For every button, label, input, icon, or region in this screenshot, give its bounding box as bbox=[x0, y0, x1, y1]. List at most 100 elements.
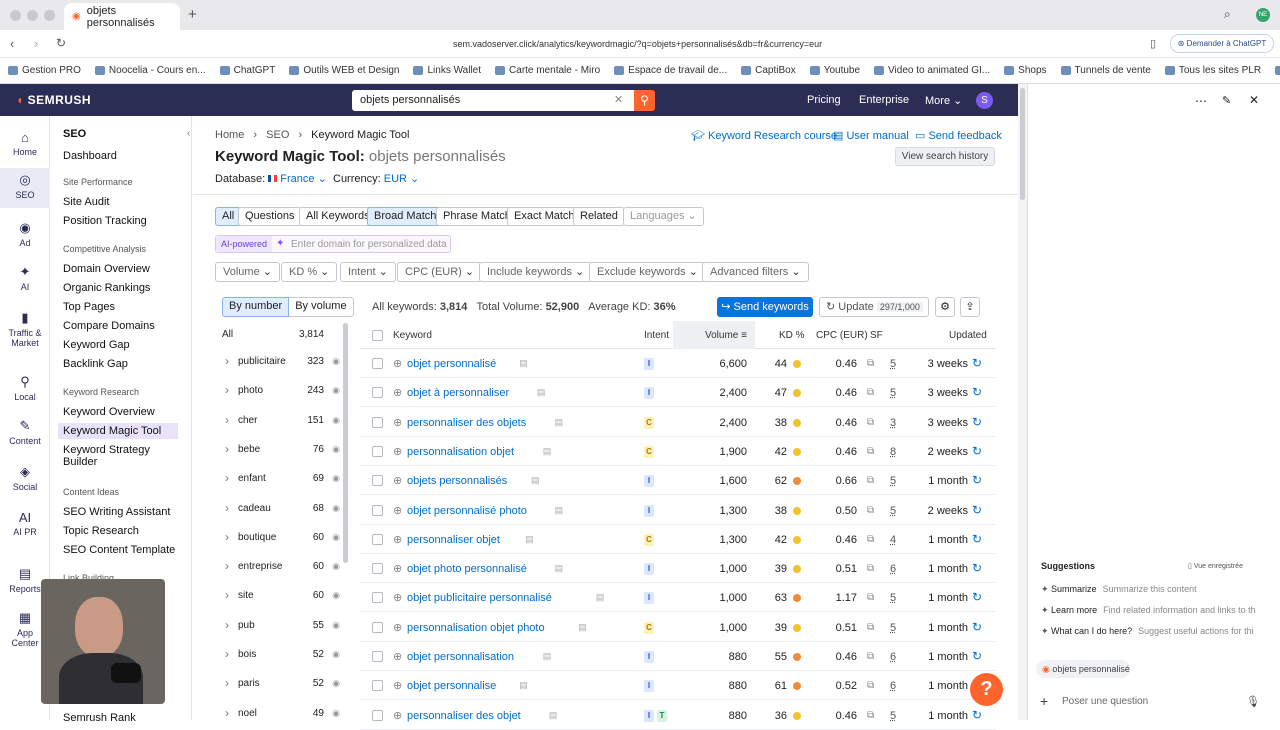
filter-volume[interactable]: Volume ⌄ bbox=[215, 262, 280, 282]
row-checkbox[interactable] bbox=[372, 592, 383, 604]
user-manual-link[interactable]: ▤ User manual bbox=[833, 129, 909, 142]
refresh-icon[interactable]: ↻ bbox=[972, 532, 982, 546]
rail-item-ad[interactable]: ◉ Ad bbox=[0, 220, 50, 248]
serp-features-icon[interactable]: ⧉ bbox=[867, 680, 874, 691]
rail-item-traffic[interactable]: ▮ Traffic & Market bbox=[0, 310, 50, 348]
refresh-icon[interactable]: ↻ bbox=[972, 620, 982, 634]
nav-enterprise[interactable]: Enterprise bbox=[859, 94, 909, 106]
row-checkbox[interactable] bbox=[372, 416, 383, 428]
serp-features-icon[interactable]: ⧉ bbox=[867, 710, 874, 721]
add-to-list-icon[interactable]: ⊕ bbox=[393, 386, 402, 399]
rail-item-local[interactable]: ⚲ Local bbox=[0, 374, 50, 402]
col-volume[interactable]: Volume ≡ bbox=[705, 330, 747, 341]
keyword-link[interactable]: objets personnalisés bbox=[407, 475, 507, 487]
add-icon[interactable]: + bbox=[1040, 693, 1048, 709]
serp-features-icon[interactable]: ⧉ bbox=[867, 358, 874, 369]
row-checkbox[interactable] bbox=[372, 621, 383, 633]
filter-include-keywords[interactable]: Include keywords ⌄ bbox=[479, 262, 593, 282]
tab-questions[interactable]: Questions bbox=[238, 207, 302, 226]
row-checkbox[interactable] bbox=[372, 651, 383, 662]
nav-item-compare-domains[interactable]: Compare Domains bbox=[63, 320, 155, 332]
group-item[interactable]: › bebe 76 ◉ bbox=[222, 436, 344, 465]
filter-exclude-keywords[interactable]: Exclude keywords ⌄ bbox=[589, 262, 706, 282]
serp-snapshot-icon[interactable]: ▤ bbox=[555, 417, 564, 428]
sf-count[interactable]: 5 bbox=[890, 592, 896, 604]
add-to-list-icon[interactable]: ⊕ bbox=[393, 591, 402, 604]
close-window-dot[interactable] bbox=[10, 10, 21, 21]
serp-snapshot-icon[interactable]: ▤ bbox=[596, 592, 605, 603]
serp-snapshot-icon[interactable]: ▤ bbox=[531, 475, 540, 486]
search-tabs-icon[interactable]: ⌕ bbox=[1224, 7, 1231, 22]
keyword-link[interactable]: objet personnalise bbox=[407, 680, 496, 692]
saved-view-link[interactable]: ▯ Vue enregistrée bbox=[1188, 562, 1243, 570]
minimize-window-dot[interactable] bbox=[27, 10, 38, 21]
avatar[interactable]: S bbox=[976, 92, 993, 109]
nav-item-keyword-magic-tool[interactable]: Keyword Magic Tool bbox=[58, 423, 178, 439]
filter-kd[interactable]: KD % ⌄ bbox=[281, 262, 338, 282]
nav-item-position-tracking[interactable]: Position Tracking bbox=[63, 215, 147, 227]
serp-features-icon[interactable]: ⧉ bbox=[867, 387, 874, 398]
nav-item-domain-overview[interactable]: Domain Overview bbox=[63, 263, 150, 275]
col-intent[interactable]: Intent bbox=[644, 330, 669, 341]
nav-item-backlink-gap[interactable]: Backlink Gap bbox=[63, 358, 128, 370]
serp-features-icon[interactable]: ⧉ bbox=[867, 563, 874, 574]
nav-item-top-pages[interactable]: Top Pages bbox=[63, 301, 115, 313]
serp-snapshot-icon[interactable]: ▤ bbox=[578, 622, 587, 633]
serp-snapshot-icon[interactable]: ▤ bbox=[537, 387, 546, 398]
nav-item-organic-rankings[interactable]: Organic Rankings bbox=[63, 282, 150, 294]
filter-cpc-eur[interactable]: CPC (EUR) ⌄ bbox=[397, 262, 483, 282]
row-checkbox[interactable] bbox=[372, 475, 383, 487]
add-to-list-icon[interactable]: ⊕ bbox=[393, 562, 402, 575]
nav-semrush-rank[interactable]: Semrush Rank bbox=[63, 712, 136, 724]
serp-snapshot-icon[interactable]: ▤ bbox=[549, 710, 558, 721]
serp-snapshot-icon[interactable]: ▤ bbox=[519, 358, 528, 369]
rail-item-content[interactable]: ✎ Content bbox=[0, 418, 50, 446]
group-item[interactable]: › entreprise 60 ◉ bbox=[222, 553, 344, 582]
nav-item-topic-research[interactable]: Topic Research bbox=[63, 525, 139, 537]
col-kd[interactable]: KD % bbox=[779, 330, 805, 341]
nav-item-seo-content-template[interactable]: SEO Content Template bbox=[63, 544, 175, 556]
search-button[interactable]: ⚲ bbox=[634, 90, 655, 111]
nav-item-site-audit[interactable]: Site Audit bbox=[63, 196, 109, 208]
col-updated[interactable]: Updated bbox=[949, 330, 987, 341]
by-number-toggle[interactable]: By number bbox=[222, 297, 290, 317]
eye-icon[interactable]: ◉ bbox=[332, 444, 340, 455]
bookmark-item[interactable]: Espace de travail de... bbox=[614, 65, 727, 76]
keyword-link[interactable]: objet publicitaire personnalisé bbox=[407, 592, 552, 604]
suggestion-summarize[interactable]: ✦ Summarize Summarize this content bbox=[1041, 584, 1197, 595]
reload-icon[interactable]: ↻ bbox=[56, 36, 66, 50]
eye-icon[interactable]: ◉ bbox=[332, 415, 340, 426]
row-checkbox[interactable] bbox=[372, 387, 383, 399]
refresh-icon[interactable]: ↻ bbox=[972, 473, 982, 487]
keyword-research-course-link[interactable]: 🎓︎ Keyword Research course bbox=[691, 129, 837, 142]
serp-snapshot-icon[interactable]: ▤ bbox=[543, 651, 552, 662]
serp-snapshot-icon[interactable]: ▤ bbox=[555, 563, 564, 574]
eye-icon[interactable]: ◉ bbox=[332, 590, 340, 601]
eye-icon[interactable]: ◉ bbox=[332, 561, 340, 572]
reader-icon[interactable]: ▯ bbox=[1150, 37, 1156, 50]
semrush-logo[interactable]: ◖ SEMRUSH bbox=[16, 93, 91, 107]
sf-count[interactable]: 3 bbox=[890, 417, 896, 429]
export-icon[interactable]: ⇪ bbox=[960, 297, 980, 317]
rail-item-seo[interactable]: ◎ SEO bbox=[0, 168, 50, 208]
context-chip[interactable]: ◉ objets personnalisé bbox=[1036, 660, 1130, 678]
eye-icon[interactable]: ◉ bbox=[332, 385, 340, 396]
serp-features-icon[interactable]: ⧉ bbox=[867, 505, 874, 516]
back-icon[interactable]: ‹ bbox=[10, 36, 14, 51]
col-cpc[interactable]: CPC (EUR) bbox=[816, 330, 868, 341]
group-item[interactable]: › enfant 69 ◉ bbox=[222, 465, 344, 494]
languages-dropdown[interactable]: Languages ⌄ bbox=[623, 207, 704, 226]
filter-intent[interactable]: Intent ⌄ bbox=[340, 262, 396, 282]
eye-icon[interactable]: ◉ bbox=[332, 620, 340, 631]
bookmark-item[interactable]: Outils WEB et Design bbox=[289, 65, 399, 76]
eye-icon[interactable]: ◉ bbox=[332, 649, 340, 660]
sf-count[interactable]: 6 bbox=[890, 651, 896, 663]
help-button[interactable]: ? bbox=[970, 673, 1003, 706]
refresh-icon[interactable]: ↻ bbox=[972, 708, 982, 722]
nav-item-seo-writing-assistant[interactable]: SEO Writing Assistant bbox=[63, 506, 170, 518]
serp-features-icon[interactable]: ⧉ bbox=[867, 534, 874, 545]
eye-icon[interactable]: ◉ bbox=[332, 678, 340, 689]
keyword-link[interactable]: personnalisation objet photo bbox=[407, 622, 545, 634]
eye-icon[interactable]: ◉ bbox=[332, 503, 340, 514]
filter-advanced-filters[interactable]: Advanced filters ⌄ bbox=[702, 262, 809, 282]
